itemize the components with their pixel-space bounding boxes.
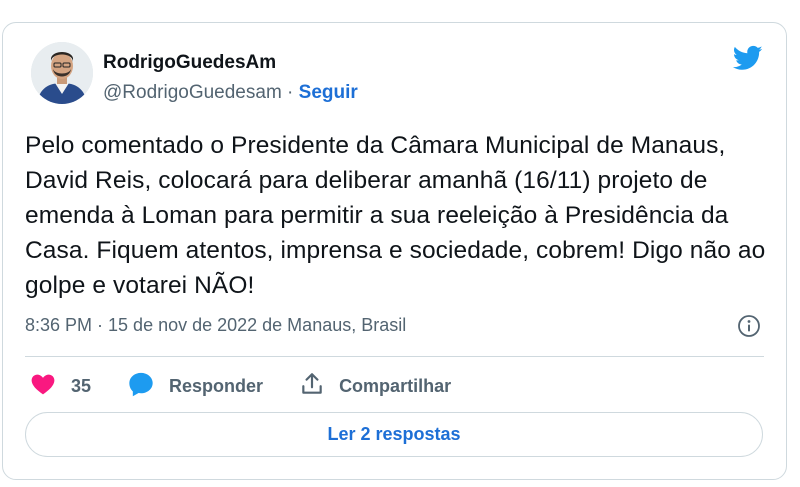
share-button[interactable]: Compartilhar bbox=[299, 371, 451, 402]
avatar[interactable] bbox=[31, 42, 93, 104]
divider bbox=[25, 356, 764, 357]
heart-icon bbox=[29, 371, 57, 402]
author-handle[interactable]: @RodrigoGuedesam bbox=[103, 82, 282, 103]
info-icon[interactable] bbox=[737, 314, 761, 338]
like-button[interactable]: 35 bbox=[29, 371, 91, 402]
comment-bubble-icon bbox=[127, 370, 155, 403]
separator: · bbox=[287, 82, 294, 103]
like-count: 35 bbox=[71, 375, 92, 396]
author-meta-row: @RodrigoGuedesam · Seguir bbox=[103, 82, 358, 104]
share-icon bbox=[299, 371, 325, 402]
action-bar: 35 Responder Compartilhar bbox=[29, 371, 451, 401]
reply-label: Responder bbox=[169, 375, 264, 396]
twitter-bird-icon[interactable] bbox=[731, 43, 765, 73]
tweet-timestamp[interactable]: 8:36 PM · 15 de nov de 2022 de Manaus, B… bbox=[25, 315, 406, 336]
follow-link[interactable]: Seguir bbox=[299, 82, 358, 103]
read-replies-button[interactable]: Ler 2 respostas bbox=[25, 412, 763, 457]
tweet-card: RodrigoGuedesAm @RodrigoGuedesam · Segui… bbox=[2, 22, 787, 480]
author-name[interactable]: RodrigoGuedesAm bbox=[103, 52, 276, 74]
share-label: Compartilhar bbox=[339, 375, 452, 396]
read-replies-label: Ler 2 respostas bbox=[327, 424, 461, 444]
reply-button[interactable]: Responder bbox=[127, 370, 263, 403]
tweet-text: Pelo comentado o Presidente da Câmara Mu… bbox=[25, 132, 766, 299]
